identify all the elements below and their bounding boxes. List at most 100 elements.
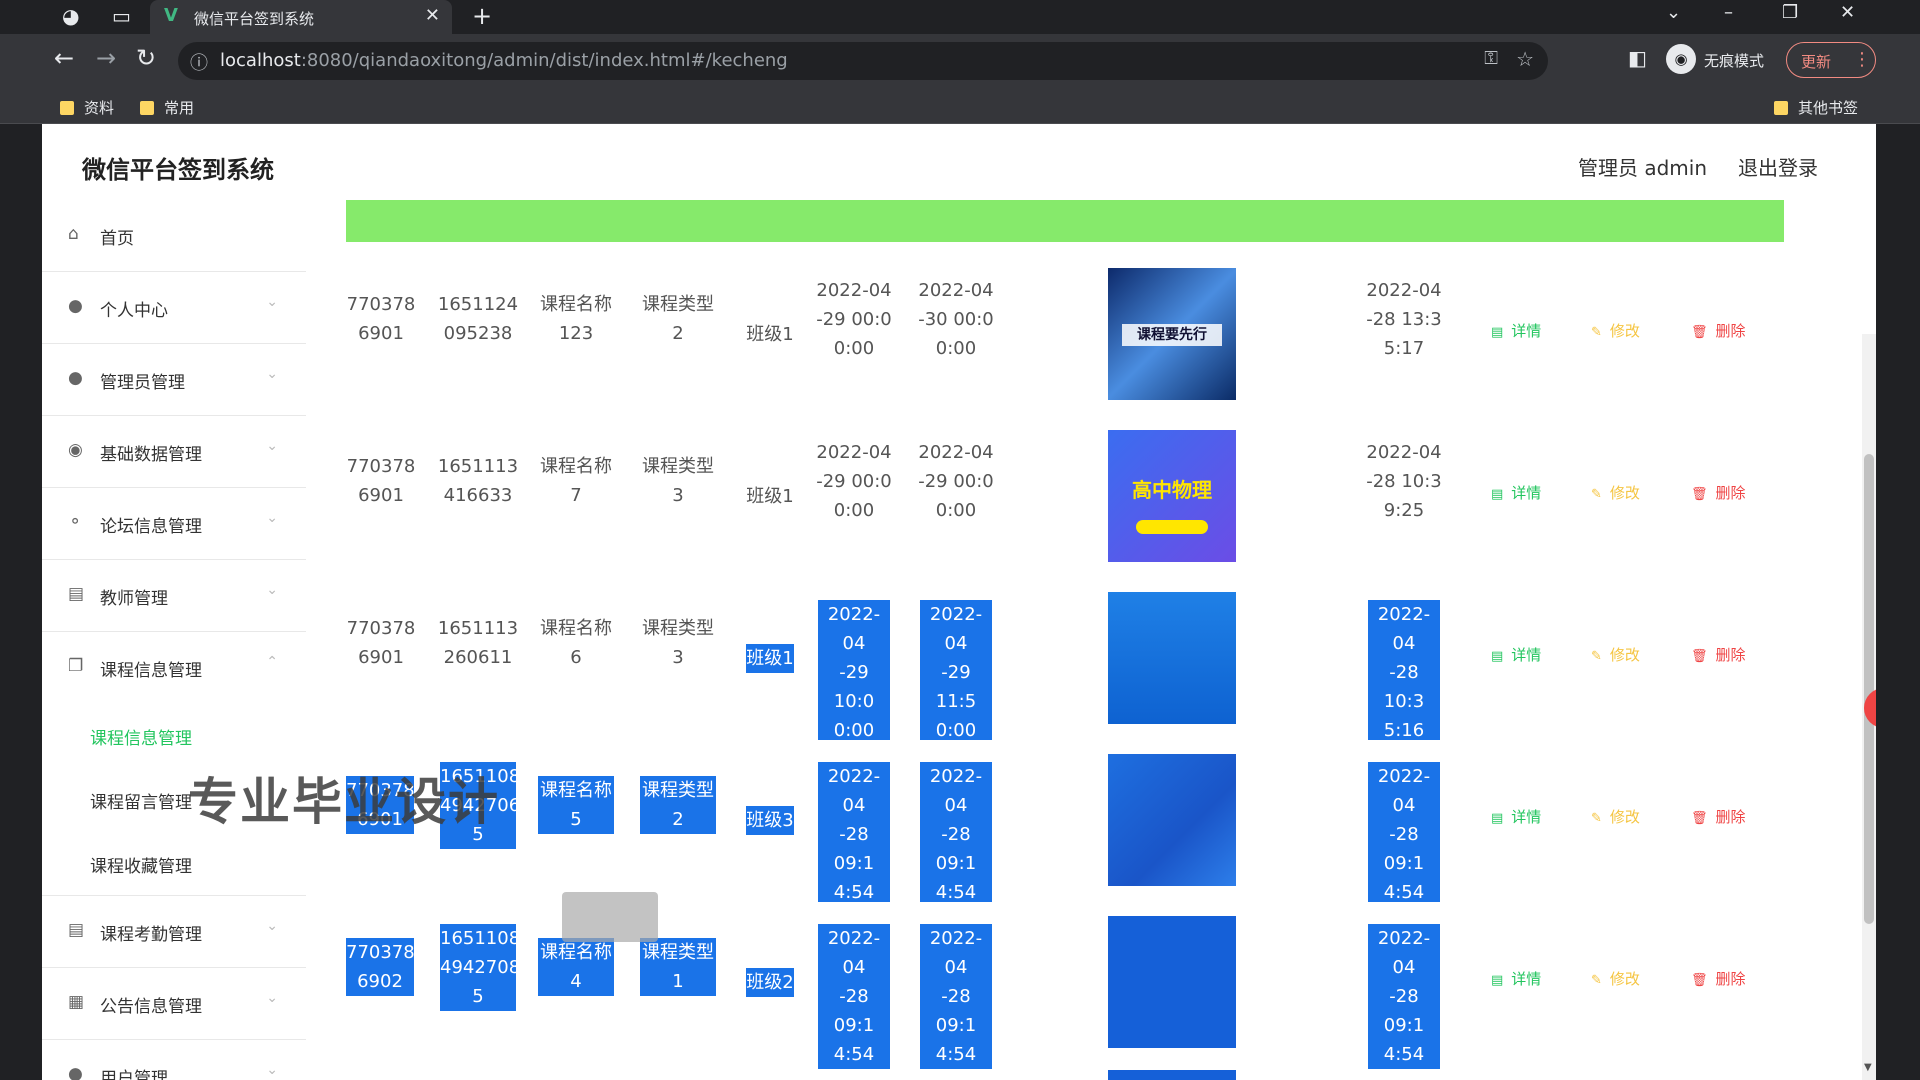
course-thumbnail: 高中物理 <box>1108 430 1236 562</box>
card-icon: ▤ <box>68 584 85 604</box>
sidebar-item-teachers[interactable]: ▤ 教师管理 ⌄ <box>42 560 306 632</box>
sidebar-item-courses[interactable]: ❐ 课程信息管理 ⌃ <box>42 632 306 704</box>
delete-button[interactable]: 🗑 删除 <box>1691 806 1746 827</box>
sidebar-item-basic-data[interactable]: ◉ 基础数据管理 ⌄ <box>42 416 306 488</box>
incognito-indicator[interactable]: ◉ 无痕模式 <box>1666 42 1774 78</box>
sidebar-item-notices[interactable]: ▦ 公告信息管理 ⌄ <box>42 968 306 1040</box>
vue-favicon-icon: V <box>164 5 178 26</box>
sidebar-item-home[interactable]: ⌂ 首页 <box>42 200 306 272</box>
minimize-button[interactable]: – <box>1724 2 1733 23</box>
cell-end-time: 2022-04 -29 00:0 0:00 <box>918 442 994 521</box>
chevron-up-icon: ⌃ <box>266 654 278 670</box>
cell-user-id: 770378 6901 <box>346 618 416 668</box>
scrollbar-thumb[interactable] <box>1864 454 1874 924</box>
cell-end-time: 2022-04 -28 09:1 4:54 <box>920 762 992 907</box>
document-icon: ▤ <box>1491 649 1504 664</box>
sidebar-item-forum[interactable]: ⚬ 论坛信息管理 ⌄ <box>42 488 306 560</box>
delete-button[interactable]: 🗑 删除 <box>1691 320 1746 341</box>
browser-tab[interactable]: V 微信平台签到系统 ✕ <box>150 0 452 34</box>
cell-end-time: 2022-04 -30 00:0 0:00 <box>918 280 994 359</box>
system-title: 微信平台签到系统 <box>82 156 274 184</box>
table-row: 770378 6901 1651108 4942706 5 课程名称 5 课程类… <box>346 740 1784 907</box>
cell-end-time: 2022-04 -28 09:1 4:54 <box>920 924 992 1069</box>
course-thumbnail <box>1108 1070 1236 1080</box>
close-tab-icon[interactable]: ✕ <box>425 5 440 26</box>
sidebar-item-attendance[interactable]: ▤ 课程考勤管理 ⌄ <box>42 896 306 968</box>
document-icon: ▤ <box>1491 811 1504 826</box>
delete-button[interactable]: 🗑 删除 <box>1691 644 1746 665</box>
sidebar: ⌂ 首页 ● 个人中心 ⌄ ● 管理员管理 ⌄ ◉ 基础数据管理 ⌄ ⚬ 论坛信… <box>42 200 306 1080</box>
submenu-course-favorites[interactable]: 课程收藏管理 <box>42 832 306 896</box>
side-panel-icon[interactable]: ◧ <box>1628 46 1647 70</box>
reload-button[interactable]: ↻ <box>136 44 156 72</box>
delete-button[interactable]: 🗑 删除 <box>1691 482 1746 503</box>
scroll-down-arrow-icon[interactable]: ▼ <box>1864 1062 1872 1073</box>
window-close-button[interactable]: ✕ <box>1840 2 1855 23</box>
cell-start-time: 2022-04 -29 00:0 0:00 <box>816 280 892 359</box>
cell-course-name: 课程名称 123 <box>540 294 612 344</box>
detail-button[interactable]: ▤ 详情 <box>1491 968 1541 989</box>
chevron-down-icon: ⌄ <box>266 294 278 310</box>
restore-button[interactable]: ❐ <box>1782 2 1798 23</box>
app-page: 微信平台签到系统 管理员 admin 退出登录 ⌂ 首页 ● 个人中心 ⌄ ● … <box>42 124 1876 1080</box>
cell-course-code: 1651113 416633 <box>437 456 519 506</box>
other-bookmarks[interactable]: 其他书签 <box>1774 97 1858 118</box>
cell-class: 班级1 <box>746 324 794 345</box>
cell-start-time: 2022-04 -28 09:1 4:54 <box>818 924 890 1069</box>
cell-user-id: 770378 6902 <box>346 938 415 996</box>
sidebar-item-admins[interactable]: ● 管理员管理 ⌄ <box>42 344 306 416</box>
cell-course-type: 课程类型 2 <box>640 776 716 834</box>
edit-button[interactable]: ✎ 修改 <box>1591 644 1640 665</box>
cell-course-code: 1651108 4942708 5 <box>440 924 520 1011</box>
sidebar-item-users[interactable]: ● 用户管理 ⌄ <box>42 1040 306 1080</box>
submenu-course-info[interactable]: 课程信息管理 <box>42 704 306 768</box>
url-text[interactable]: localhost:8080/qiandaoxitong/admin/dist/… <box>220 50 788 71</box>
folder-icon <box>1774 101 1788 115</box>
delete-button[interactable]: 🗑 删除 <box>1691 968 1746 989</box>
cell-created-time: 2022-04 -28 09:1 4:54 <box>1368 924 1440 1069</box>
document-icon: ▤ <box>1491 325 1504 340</box>
cell-end-time: 2022-04 -29 11:5 0:00 <box>920 600 992 745</box>
edit-button[interactable]: ✎ 修改 <box>1591 968 1640 989</box>
bookmark-star-icon[interactable]: ☆ <box>1516 47 1534 71</box>
cell-user-id: 770378 6901 <box>346 456 416 506</box>
edit-button[interactable]: ✎ 修改 <box>1591 482 1640 503</box>
tab-search-icon[interactable]: ▭ <box>112 4 131 28</box>
detail-button[interactable]: ▤ 详情 <box>1491 482 1541 503</box>
back-button[interactable]: ← <box>54 44 74 72</box>
database-icon: ◉ <box>68 440 83 460</box>
microphone-icon: ⚬ <box>68 512 83 532</box>
extension-icon[interactable]: ◕ <box>62 4 79 28</box>
cell-course-type: 课程类型 3 <box>642 618 714 668</box>
cell-course-name: 课程名称 6 <box>540 618 612 668</box>
tab-dropdown-icon[interactable]: ⌄ <box>1666 2 1681 23</box>
chevron-down-icon: ⌄ <box>266 366 278 382</box>
update-button[interactable]: 更新 ⋮ <box>1786 42 1876 78</box>
cell-user-id: 770378 6901 <box>346 294 416 344</box>
cell-course-name: 课程名称 7 <box>540 456 612 506</box>
sidebar-item-personal[interactable]: ● 个人中心 ⌄ <box>42 272 306 344</box>
course-thumbnail <box>1108 754 1236 886</box>
logout-button[interactable]: 退出登录 <box>1738 152 1818 181</box>
app-header: 微信平台签到系统 管理员 admin 退出登录 <box>42 124 1876 200</box>
copy-icon: ❐ <box>68 656 84 676</box>
detail-button[interactable]: ▤ 详情 <box>1491 320 1541 341</box>
course-thumbnail: 课程要先行 <box>1108 268 1236 400</box>
detail-button[interactable]: ▤ 详情 <box>1491 806 1541 827</box>
edit-button[interactable]: ✎ 修改 <box>1591 806 1640 827</box>
bookmark-folder-2[interactable]: 常用 <box>140 97 194 118</box>
detail-button[interactable]: ▤ 详情 <box>1491 644 1541 665</box>
cell-start-time: 2022-04 -28 09:1 4:54 <box>818 762 890 907</box>
forward-button[interactable]: → <box>96 44 116 72</box>
site-info-icon[interactable]: ⓘ <box>190 49 208 75</box>
chevron-down-icon: ⌄ <box>266 990 278 1006</box>
address-bar[interactable]: ⓘ localhost:8080/qiandaoxitong/admin/dis… <box>178 42 1548 80</box>
edit-icon: ✎ <box>1591 811 1602 826</box>
table-row: 770378 6901 1651113 416633 课程名称 7 课程类型 3… <box>346 416 1784 578</box>
key-icon[interactable]: ⚿ <box>1484 48 1498 69</box>
cell-created-time: 2022-04 -28 13:3 5:17 <box>1366 280 1442 359</box>
edit-button[interactable]: ✎ 修改 <box>1591 320 1640 341</box>
course-thumbnail <box>1108 592 1236 724</box>
bookmark-folder-1[interactable]: 资料 <box>60 97 114 118</box>
new-tab-button[interactable]: + <box>472 2 492 30</box>
